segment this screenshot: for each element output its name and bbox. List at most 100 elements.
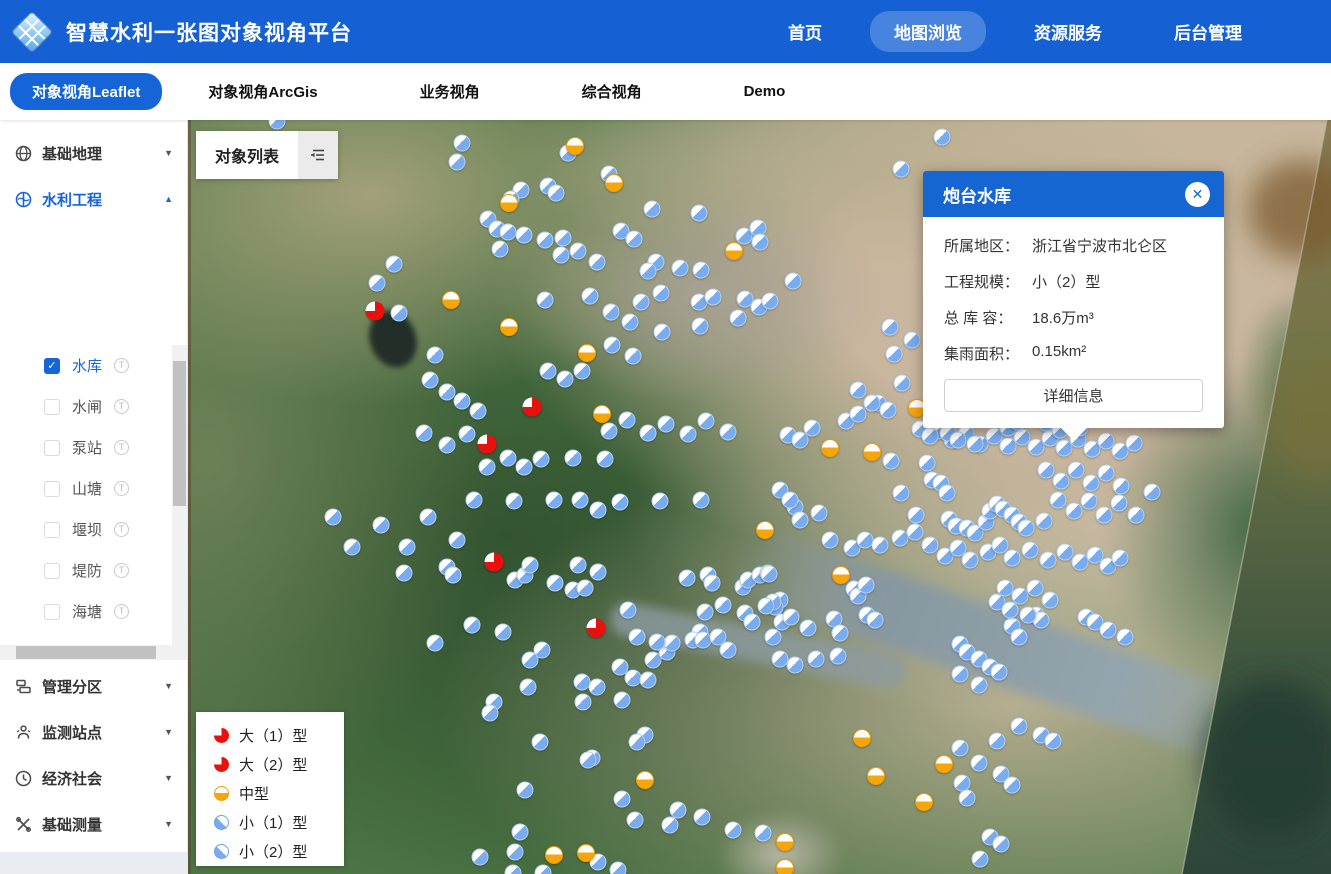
small-reservoir-marker[interactable] (1011, 718, 1028, 735)
layer-row-4[interactable]: 山塘T (0, 468, 172, 509)
layer-type-icon[interactable]: T (114, 563, 129, 578)
small-reservoir-marker[interactable] (570, 557, 587, 574)
small-reservoir-marker[interactable] (555, 230, 572, 247)
small-reservoir-marker[interactable] (629, 734, 646, 751)
small-reservoir-marker[interactable] (612, 494, 629, 511)
small-reservoir-marker[interactable] (952, 666, 969, 683)
small-reservoir-marker[interactable] (704, 575, 721, 592)
small-reservoir-marker[interactable] (565, 450, 582, 467)
small-reservoir-marker[interactable] (495, 624, 512, 641)
small-reservoir-marker[interactable] (880, 402, 897, 419)
small-reservoir-marker[interactable] (373, 517, 390, 534)
small-reservoir-marker[interactable] (516, 459, 533, 476)
small-reservoir-marker[interactable] (1011, 629, 1028, 646)
small-reservoir-marker[interactable] (505, 865, 522, 874)
small-reservoir-marker[interactable] (664, 635, 681, 652)
small-reservoir-marker[interactable] (1113, 478, 1130, 495)
medium-reservoir-marker[interactable] (863, 443, 881, 461)
small-reservoir-marker[interactable] (850, 406, 867, 423)
small-reservoir-marker[interactable] (626, 231, 643, 248)
small-reservoir-marker[interactable] (679, 570, 696, 587)
small-reservoir-marker[interactable] (449, 154, 466, 171)
small-reservoir-marker[interactable] (904, 332, 921, 349)
small-reservoir-marker[interactable] (804, 420, 821, 437)
small-reservoir-marker[interactable] (1002, 602, 1019, 619)
small-reservoir-marker[interactable] (858, 577, 875, 594)
medium-reservoir-marker[interactable] (832, 566, 850, 584)
object-list-label[interactable]: 对象列表 (196, 131, 298, 179)
small-reservoir-marker[interactable] (601, 423, 618, 440)
small-reservoir-marker[interactable] (697, 604, 714, 621)
layer-row-6[interactable]: 堤防T (0, 550, 172, 591)
small-reservoir-marker[interactable] (705, 289, 722, 306)
scroll-left-icon[interactable] (0, 645, 15, 660)
layer-checkbox[interactable]: ✓ (44, 358, 60, 374)
small-reservoir-marker[interactable] (386, 256, 403, 273)
small-reservoir-marker[interactable] (589, 679, 606, 696)
small-reservoir-marker[interactable] (575, 694, 592, 711)
small-reservoir-marker[interactable] (1112, 550, 1129, 567)
layer-type-icon[interactable]: T (114, 399, 129, 414)
small-reservoir-marker[interactable] (619, 412, 636, 429)
nav-item-3[interactable]: 资源服务 (1010, 11, 1126, 52)
small-reservoir-marker[interactable] (1083, 475, 1100, 492)
small-reservoir-marker[interactable] (1004, 777, 1021, 794)
small-reservoir-marker[interactable] (625, 348, 642, 365)
tab-2[interactable]: 对象视角ArcGis (188, 73, 337, 110)
small-reservoir-marker[interactable] (725, 822, 742, 839)
small-reservoir-marker[interactable] (597, 451, 614, 468)
small-reservoir-marker[interactable] (1050, 492, 1067, 509)
medium-reservoir-marker[interactable] (566, 137, 584, 155)
small-reservoir-marker[interactable] (420, 509, 437, 526)
small-reservoir-marker[interactable] (715, 597, 732, 614)
small-reservoir-marker[interactable] (532, 734, 549, 751)
small-reservoir-marker[interactable] (991, 664, 1008, 681)
small-reservoir-marker[interactable] (506, 493, 523, 510)
medium-reservoir-marker[interactable] (500, 194, 518, 212)
layer-type-icon[interactable]: T (114, 522, 129, 537)
small-reservoir-marker[interactable] (811, 505, 828, 522)
small-reservoir-marker[interactable] (653, 285, 670, 302)
medium-reservoir-marker[interactable] (821, 439, 839, 457)
small-reservoir-marker[interactable] (454, 135, 471, 152)
small-reservoir-marker[interactable] (1126, 435, 1143, 452)
small-reservoir-marker[interactable] (629, 629, 646, 646)
small-reservoir-marker[interactable] (1068, 462, 1085, 479)
small-reservoir-marker[interactable] (1066, 503, 1083, 520)
medium-reservoir-marker[interactable] (853, 729, 871, 747)
small-reservoir-marker[interactable] (472, 849, 489, 866)
large-reservoir-marker[interactable] (523, 398, 542, 417)
large-reservoir-marker[interactable] (478, 435, 497, 454)
small-reservoir-marker[interactable] (399, 539, 416, 556)
small-reservoir-marker[interactable] (893, 161, 910, 178)
layer-row-7[interactable]: 海塘T (0, 591, 172, 632)
small-reservoir-marker[interactable] (908, 507, 925, 524)
small-reservoir-marker[interactable] (1100, 622, 1117, 639)
medium-reservoir-marker[interactable] (593, 405, 611, 423)
medium-reservoir-marker[interactable] (442, 291, 460, 309)
small-reservoir-marker[interactable] (610, 862, 627, 874)
small-reservoir-marker[interactable] (622, 314, 639, 331)
layer-type-icon[interactable]: T (114, 440, 129, 455)
scroll-right-icon[interactable] (172, 645, 187, 660)
small-reservoir-marker[interactable] (693, 492, 710, 509)
small-reservoir-marker[interactable] (589, 254, 606, 271)
small-reservoir-marker[interactable] (934, 129, 951, 146)
small-reservoir-marker[interactable] (535, 865, 552, 874)
small-reservoir-marker[interactable] (808, 651, 825, 668)
layer-checkbox[interactable] (44, 563, 60, 579)
nav-item-1[interactable]: 首页 (764, 11, 846, 52)
small-reservoir-marker[interactable] (886, 346, 903, 363)
medium-reservoir-marker[interactable] (776, 833, 794, 851)
small-reservoir-marker[interactable] (907, 524, 924, 541)
map-canvas[interactable]: 对象列表 大（1）型大（2）型中型小（1）型小（2）型 炮台水库 ✕ 所属地区：… (188, 120, 1331, 874)
sidebar-section-1[interactable]: 基础地理▼ (0, 130, 187, 176)
tab-4[interactable]: 综合视角 (562, 73, 662, 110)
small-reservoir-marker[interactable] (603, 304, 620, 321)
sidebar-section-bottom-1[interactable]: 管理分区▼ (0, 663, 187, 709)
small-reservoir-marker[interactable] (582, 288, 599, 305)
small-reservoir-marker[interactable] (800, 620, 817, 637)
small-reservoir-marker[interactable] (422, 372, 439, 389)
small-reservoir-marker[interactable] (658, 416, 675, 433)
small-reservoir-marker[interactable] (989, 733, 1006, 750)
